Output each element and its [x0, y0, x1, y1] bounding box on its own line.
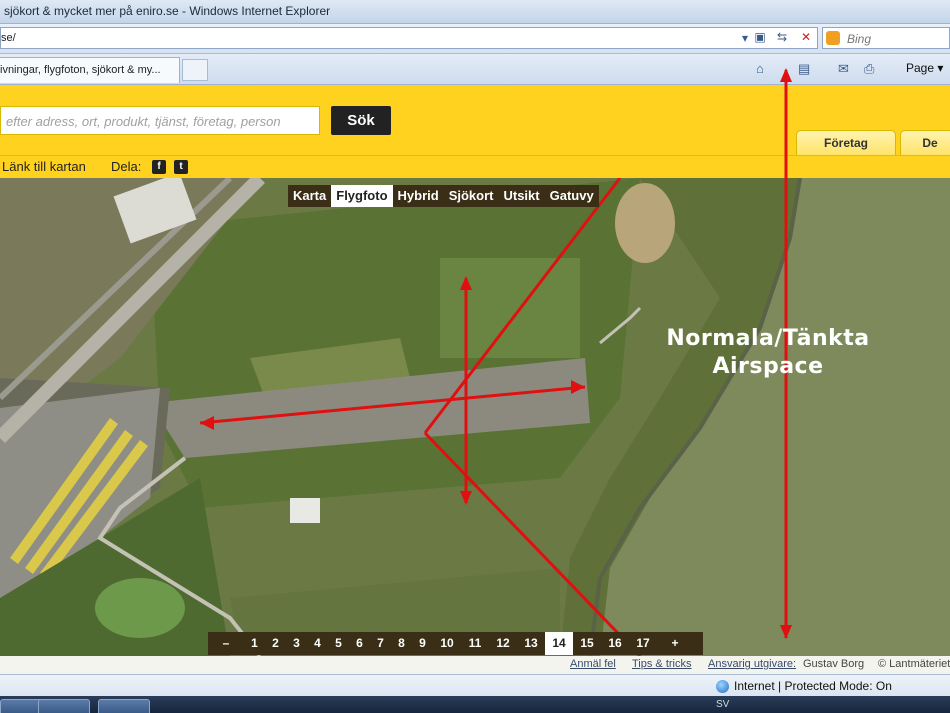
zoom-in-button[interactable]: +	[657, 632, 693, 655]
zoom-level[interactable]: 16	[601, 632, 629, 655]
link-to-map[interactable]: Länk till kartan	[2, 159, 86, 174]
aerial-map[interactable]	[0, 178, 950, 656]
site-search-input[interactable]: efter adress, ort, produkt, tjänst, före…	[0, 106, 320, 135]
annotation-line-1: Normala/Tänkta	[666, 326, 870, 351]
feeds-icon[interactable]: ▤	[798, 61, 810, 77]
zoom-level[interactable]: 7	[370, 632, 391, 655]
zoom-level[interactable]: 3	[286, 632, 307, 655]
maptype-flygfoto[interactable]: Flygfoto	[331, 185, 393, 207]
taskbar: SV	[0, 696, 950, 713]
zoom-level[interactable]: 17	[629, 632, 657, 655]
status-bar: Internet | Protected Mode: On	[0, 674, 950, 696]
zoom-out-button[interactable]: –	[208, 632, 244, 655]
zoom-level[interactable]: 4	[307, 632, 328, 655]
copyright-text: © Lantmäteriet	[878, 658, 950, 670]
tab-bar: ivningar, flygfoton, sjökort & my... ⌂ ▤…	[0, 54, 950, 85]
search-placeholder: Bing	[847, 32, 872, 46]
report-error-link[interactable]: Anmäl fel	[570, 658, 616, 670]
twitter-icon[interactable]: t	[174, 160, 188, 174]
maptype-utsikt[interactable]: Utsikt	[498, 185, 544, 207]
publisher-name: Gustav Borg	[803, 658, 865, 670]
print-icon[interactable]: ⎙	[864, 61, 874, 77]
zoom-level[interactable]: 5	[328, 632, 349, 655]
zoom-level[interactable]: 10	[433, 632, 461, 655]
zoom-level-active[interactable]: 14	[545, 632, 573, 655]
zoom-level[interactable]: 15	[573, 632, 601, 655]
home-icon[interactable]: ⌂	[756, 61, 764, 76]
zoom-level[interactable]: 8	[391, 632, 412, 655]
maptype-hybrid[interactable]: Hybrid	[393, 185, 444, 207]
maptype-karta[interactable]: Karta	[288, 185, 331, 207]
refresh-icon[interactable]: ⇆	[772, 27, 792, 47]
zoom-level[interactable]: 13	[517, 632, 545, 655]
facebook-icon[interactable]: f	[152, 160, 166, 174]
maptype-sjokort[interactable]: Sjökort	[444, 185, 499, 207]
zoom-level[interactable]: 11	[461, 632, 489, 655]
site-header: efter adress, ort, produkt, tjänst, före…	[0, 85, 950, 155]
zoom-level[interactable]: 1	[244, 632, 265, 655]
new-tab-button[interactable]	[182, 59, 208, 81]
zoom-level[interactable]: 12	[489, 632, 517, 655]
title-bar: sjökort & mycket mer på eniro.se - Windo…	[0, 0, 950, 24]
browser-window: sjökort & mycket mer på eniro.se - Windo…	[0, 0, 950, 713]
tab-label: ivningar, flygfoton, sjökort & my...	[0, 64, 161, 76]
window-title: sjökort & mycket mer på eniro.se - Windo…	[4, 4, 331, 18]
taskbar-button[interactable]	[98, 699, 150, 713]
tips-link[interactable]: Tips & tricks	[632, 658, 692, 670]
browser-tab[interactable]: ivningar, flygfoton, sjökort & my...	[0, 57, 180, 83]
language-indicator[interactable]: SV	[716, 699, 729, 710]
tab-de[interactable]: De	[900, 130, 950, 155]
maptype-gatuvy[interactable]: Gatuvy	[545, 185, 599, 207]
airspace-annotation: Normala/Tänkta Airspace	[640, 325, 896, 381]
site-search-placeholder: efter adress, ort, produkt, tjänst, före…	[6, 114, 281, 129]
map-credits: Anmäl fel Tips & tricks Ansvarig utgivar…	[0, 656, 950, 674]
share-label: Dela:	[111, 159, 142, 174]
security-zone[interactable]: Internet | Protected Mode: On	[734, 679, 892, 693]
taskbar-button[interactable]	[38, 699, 90, 713]
mail-icon[interactable]: ✉	[838, 61, 849, 77]
aerial-imagery	[0, 178, 950, 656]
map-toolbar: Länk till kartan Dela: f t	[0, 155, 950, 178]
search-box[interactable]: Bing	[822, 27, 950, 49]
tab-foretag[interactable]: Företag	[796, 130, 896, 155]
annotation-line-2: Airspace	[712, 354, 824, 379]
globe-icon	[716, 680, 729, 693]
map-type-selector: Karta Flygfoto Hybrid Sjökort Utsikt Gat…	[288, 185, 599, 207]
url-input[interactable]: se/ ▾	[0, 27, 818, 49]
address-bar: se/ ▾ ▣ ⇆ ✕ Bing	[0, 24, 950, 54]
compatibility-icon[interactable]: ▣	[750, 27, 770, 47]
stop-icon[interactable]: ✕	[796, 27, 816, 47]
publisher-link[interactable]: Ansvarig utgivare:	[708, 658, 796, 670]
bing-logo-icon	[826, 31, 840, 45]
search-button[interactable]: Sök	[331, 106, 391, 135]
zoom-level[interactable]: 6	[349, 632, 370, 655]
zoom-level[interactable]: 9	[412, 632, 433, 655]
zoom-level[interactable]: 2	[265, 632, 286, 655]
page-menu[interactable]: Page ▾	[906, 61, 943, 75]
zoom-control: – 1 2 3 4 5 6 7 8 9 10 11 12 13 14 15 16…	[208, 632, 703, 655]
url-text: se/	[1, 32, 16, 44]
